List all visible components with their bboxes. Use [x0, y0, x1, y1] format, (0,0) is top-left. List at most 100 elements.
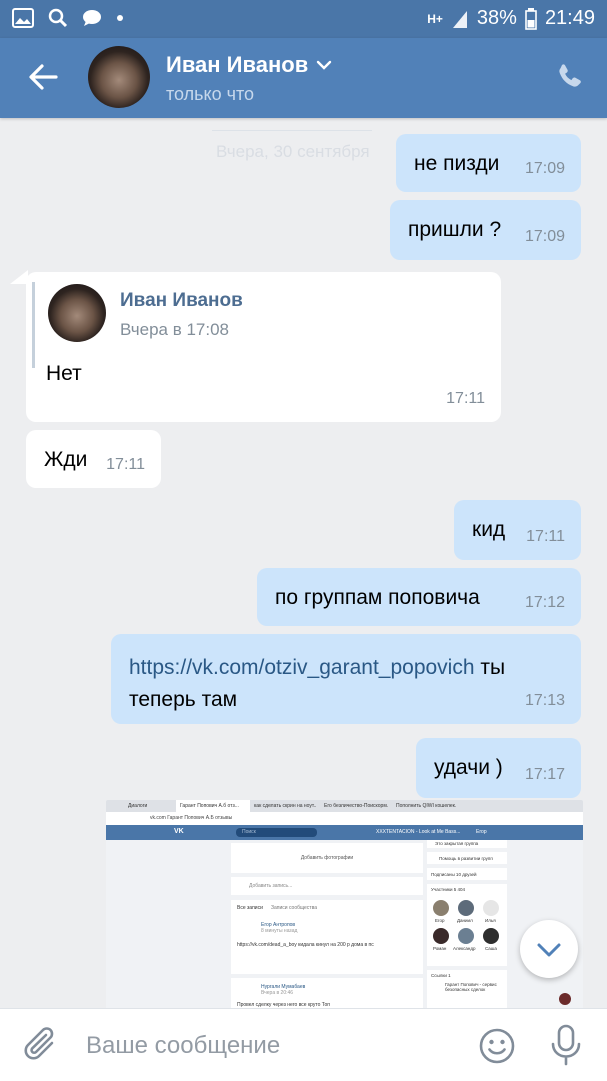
contact-name-label: Иван Иванов — [166, 52, 309, 77]
add-post-card: Добавить запись... — [231, 877, 423, 895]
message-text: удачи ) — [434, 756, 503, 779]
message-outgoing[interactable]: кид 17:11 — [454, 500, 581, 560]
chevron-down-icon — [537, 943, 561, 957]
clock: 21:49 — [544, 7, 595, 29]
member-avatar — [483, 900, 499, 916]
attached-screenshot[interactable]: Диалоги Гарант Попович А.б отз... как сд… — [106, 800, 583, 1008]
member-avatar — [458, 928, 474, 944]
avatar[interactable] — [88, 46, 150, 108]
faded-message-edge — [212, 122, 372, 131]
member-name: Егор — [435, 918, 445, 923]
links-card: Ссылки 1 Гарант Попович - сервис безопас… — [427, 970, 507, 1008]
member-avatar — [458, 900, 474, 916]
back-arrow-icon[interactable] — [26, 60, 60, 94]
member-name: Даниил — [457, 918, 473, 923]
battery-percent: 38% — [476, 7, 517, 29]
wall-tab: Все записи — [237, 905, 263, 911]
add-photo-card: Добавить фотографии — [231, 843, 423, 873]
message-text: по группам поповича — [275, 586, 480, 609]
link-text: Гарант Попович - сервис безопасных сдело… — [445, 982, 497, 992]
side-card: Это закрытая группа — [427, 840, 507, 848]
browser-tab: как сделать скрин на ноут... — [254, 803, 316, 809]
browser-tab: Пополнить QIWI кошелек... — [396, 803, 456, 809]
emoji-icon[interactable] — [478, 1027, 516, 1065]
message-text: https://vk.com/otziv_garant_popovich ты … — [129, 652, 505, 716]
dot-icon — [117, 15, 123, 21]
forward-text: Нет — [46, 362, 82, 385]
member-name: Саша — [485, 946, 497, 951]
now-playing: XXXTENTACION - Look at Me Bass... — [376, 829, 461, 835]
closed-group-label: Это закрытая группа — [435, 841, 479, 846]
network-type: H+ — [427, 11, 443, 26]
search-icon — [48, 8, 68, 28]
microphone-icon[interactable] — [548, 1023, 584, 1067]
message-time: 17:11 — [106, 456, 145, 473]
members-label: Участники 5 404 — [431, 887, 466, 892]
right-gutter-avatar — [559, 993, 571, 1005]
vk-user: Егор — [476, 829, 487, 835]
signal-icon — [452, 10, 467, 28]
member-avatar — [433, 928, 449, 944]
battery-icon — [525, 7, 537, 30]
side-column: Это закрытая группа Помощь в развитии гр… — [427, 840, 507, 1008]
forward-quote-bar — [32, 282, 35, 368]
member-name: Илья — [485, 918, 496, 923]
member-name: Александр — [453, 946, 476, 951]
forward-avatar[interactable] — [48, 284, 106, 342]
subs-label: Подписаны 10 друзей — [431, 872, 477, 877]
message-incoming[interactable]: Жди 17:11 — [26, 430, 161, 488]
member-avatar — [483, 928, 499, 944]
wall-posts-card: Все записи Записи сообщества Егор Антроп… — [231, 900, 423, 974]
vk-search: Поиск — [236, 828, 317, 837]
gallery-icon — [12, 8, 34, 28]
add-post-label: Добавить запись... — [249, 883, 293, 889]
scroll-down-button[interactable] — [520, 920, 578, 978]
chat-header: Иван Иванов только что — [0, 38, 607, 118]
forward-tail — [10, 270, 28, 284]
message-outgoing-link[interactable]: https://vk.com/otziv_garant_popovich ты … — [111, 634, 581, 724]
message-text-line2: теперь там — [129, 688, 238, 711]
paperclip-icon[interactable] — [22, 1025, 62, 1065]
post-time: Вчера в 20:46 — [261, 990, 294, 996]
wall-tab: Записи сообщества — [271, 905, 317, 911]
side-card: Помощь в развитии групп — [427, 852, 507, 864]
date-separator: Вчера, 30 сентября — [200, 118, 390, 178]
message-time: 17:11 — [526, 528, 565, 545]
members-card: Участники 5 404 Егор Даниил Илья Роман А… — [427, 884, 507, 966]
contact-name[interactable]: Иван Иванов — [166, 52, 332, 78]
post-text: https://vk.com/dead_a_boy кидала кинул н… — [237, 942, 374, 948]
forward-date: Вчера в 17:08 — [120, 320, 230, 339]
message-outgoing[interactable]: не пизди 17:09 — [396, 134, 581, 192]
message-time: 17:17 — [524, 766, 565, 783]
message-text: кид — [472, 518, 506, 541]
browser-tabbar: Диалоги Гарант Попович А.б отз... как сд… — [106, 800, 583, 812]
phone-icon[interactable] — [555, 62, 585, 92]
browser-tab-active: Гарант Попович А.б отз... — [176, 800, 250, 812]
message-outgoing[interactable]: по группам поповича 17:12 — [257, 568, 581, 626]
post-time: 8 минуты назад — [261, 928, 298, 934]
message-time: 17:12 — [524, 594, 565, 611]
message-time: 17:11 — [446, 390, 485, 407]
message-list[interactable]: Вчера, 30 сентября не пизди 17:09 пришли… — [0, 118, 607, 1008]
message-link[interactable]: https://vk.com/otziv_garant_popovich — [129, 656, 475, 679]
address-text: vk.com Гарант Попович А.Б отзывы — [150, 815, 233, 821]
message-outgoing[interactable]: пришли ? 17:09 — [390, 200, 581, 260]
browser-tab: Его безличество-Поискорм... — [324, 803, 388, 809]
message-time: 17:09 — [524, 228, 565, 245]
vk-topbar: VK Поиск XXXTENTACION - Look at Me Bass.… — [106, 825, 583, 840]
message-text-tail: ты — [474, 656, 506, 679]
message-time: 17:13 — [524, 692, 565, 709]
message-input[interactable] — [84, 1023, 468, 1069]
date-label: Вчера, 30 сентября — [216, 142, 370, 161]
wall-post-card: Нургали Мумабаев Вчера в 20:46 Провел сд… — [231, 978, 423, 1008]
message-text: не пизди — [414, 152, 500, 175]
browser-addressbar: vk.com Гарант Попович А.Б отзывы — [106, 812, 583, 826]
message-text: пришли ? — [408, 218, 502, 241]
message-time: 17:09 — [524, 160, 565, 177]
vk-logo: VK — [174, 828, 184, 835]
chevron-down-icon[interactable] — [316, 60, 332, 70]
forward-author[interactable]: Иван Иванов — [120, 290, 243, 312]
status-bar: H+ 38% 21:49 — [0, 0, 607, 38]
links-label: Ссылки 1 — [431, 973, 451, 978]
message-outgoing[interactable]: удачи ) 17:17 — [416, 738, 581, 798]
